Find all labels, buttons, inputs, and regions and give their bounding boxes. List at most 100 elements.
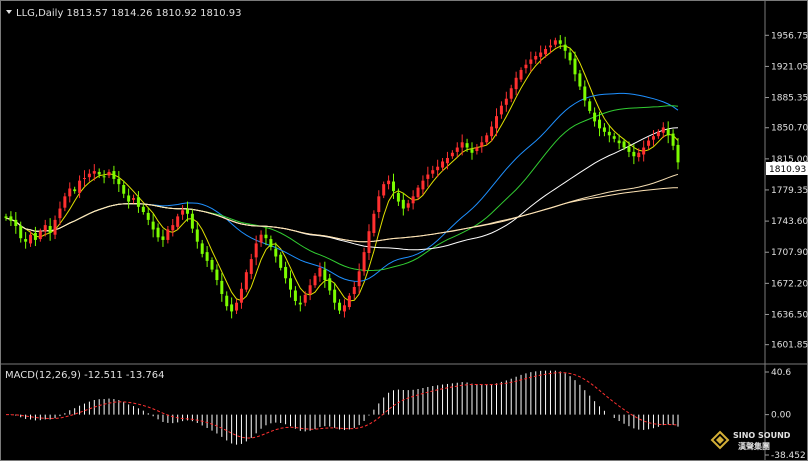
candle-body: [338, 302, 342, 311]
candle-body: [637, 152, 641, 158]
price-tick-label: 1672.20: [771, 279, 808, 289]
candle-body: [102, 176, 106, 178]
candle-body: [548, 45, 552, 48]
price-tick-label: 1779.35: [771, 186, 808, 196]
candle-body: [127, 195, 131, 202]
candle-body: [308, 285, 312, 294]
candle-body: [9, 216, 13, 221]
candle-body: [558, 40, 562, 44]
candle-body: [347, 295, 351, 308]
macd-tick-label: 40.6: [771, 368, 791, 378]
candle-body: [323, 269, 327, 281]
candle-body: [387, 180, 391, 185]
candle-body: [24, 239, 28, 242]
candle-body: [146, 212, 150, 220]
candle-body: [161, 236, 165, 240]
candle-body: [235, 302, 239, 311]
candle-body: [431, 170, 435, 174]
candle-body: [519, 69, 523, 80]
candle-body: [426, 174, 430, 179]
candle-body: [495, 116, 499, 129]
candle-body: [642, 147, 646, 155]
candle-body: [269, 239, 273, 247]
candle-body: [377, 196, 381, 213]
candle-body: [598, 119, 602, 129]
candle-body: [612, 136, 616, 139]
price-tag-value: 1810.93: [769, 165, 806, 175]
candle-body: [529, 59, 533, 64]
candle-body: [73, 189, 77, 192]
price-tick-label: 1636.50: [771, 310, 808, 320]
candle-body: [534, 55, 538, 60]
candle-body: [151, 221, 155, 230]
candle-body: [63, 196, 67, 208]
candle-body: [651, 136, 655, 140]
candle-body: [43, 225, 47, 232]
candle-body: [421, 180, 425, 190]
candle-body: [303, 294, 307, 303]
candle-body: [4, 216, 8, 219]
price-tick-label: 1743.60: [771, 217, 808, 227]
candle-body: [181, 210, 185, 215]
candle-body: [593, 112, 597, 122]
candle-body: [14, 219, 18, 226]
candle-body: [210, 259, 214, 270]
candle-body: [441, 161, 445, 168]
candle-body: [166, 229, 170, 240]
candle-body: [48, 225, 52, 233]
candle-body: [490, 126, 494, 137]
candle-body: [176, 216, 180, 227]
candle-body: [450, 152, 454, 157]
candle-body: [671, 133, 675, 146]
candle-body: [122, 185, 126, 194]
macd-indicator-label: MACD(12,26,9) -12.511 -13.764: [5, 370, 165, 381]
candle-body: [416, 187, 420, 198]
candle-body: [220, 280, 224, 294]
candle-body: [195, 229, 199, 242]
logo-line2: 漢聲集團: [738, 441, 770, 451]
candle-body: [264, 234, 268, 239]
candle-body: [445, 157, 449, 164]
candle-body: [465, 143, 469, 148]
trading-chart[interactable]: 1956.751921.051885.351850.701815.001779.…: [0, 0, 808, 461]
candle-body: [141, 206, 145, 213]
macd-tick-label: -38.452: [771, 451, 806, 461]
candle-body: [82, 178, 86, 180]
candle-body: [656, 131, 660, 137]
candle-body: [284, 266, 288, 279]
candle-body: [436, 166, 440, 171]
candle-body: [190, 213, 194, 229]
candle-body: [19, 225, 23, 239]
candle-body: [578, 73, 582, 87]
candle-body: [382, 184, 386, 196]
candle-body: [367, 231, 371, 254]
current-price-tag: 1810.93: [766, 162, 808, 175]
candle-body: [583, 86, 587, 101]
candle-body: [342, 305, 346, 312]
candle-body: [97, 171, 101, 175]
candle-body: [372, 213, 376, 233]
candle-body: [313, 275, 317, 286]
candle-body: [362, 252, 366, 272]
candle-body: [396, 192, 400, 202]
candle-body: [117, 178, 121, 185]
candle-body: [480, 142, 484, 147]
candle-body: [78, 180, 82, 193]
candle-body: [185, 209, 189, 214]
candle-body: [470, 149, 474, 153]
candle: [279, 252, 283, 271]
candle-body: [539, 52, 543, 57]
candle: [372, 210, 376, 237]
candle-body: [254, 243, 258, 258]
candle-body: [504, 98, 508, 105]
candle-body: [460, 142, 464, 148]
candle-body: [499, 105, 503, 115]
candle-body: [647, 140, 651, 146]
candle-body: [676, 144, 680, 163]
candle-body: [293, 290, 297, 301]
candle-body: [666, 129, 670, 136]
price-tick-label: 1850.70: [771, 124, 808, 134]
candle-body: [632, 151, 636, 157]
candle-body: [392, 181, 396, 192]
candle-body: [573, 58, 577, 75]
